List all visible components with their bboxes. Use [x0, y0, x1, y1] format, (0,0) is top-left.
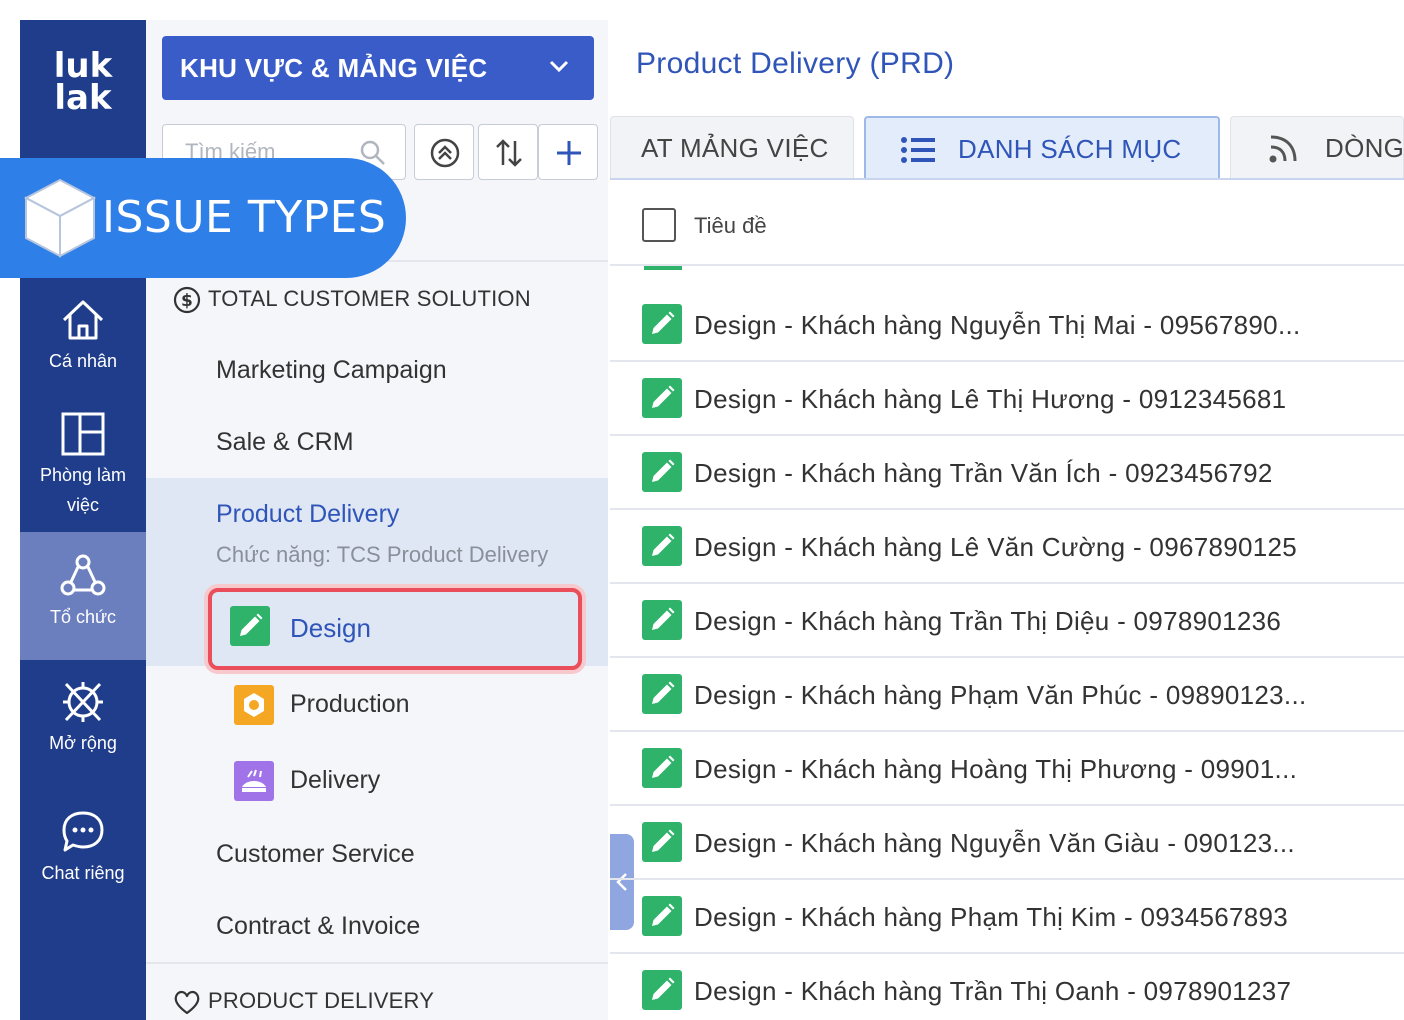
- heart-icon: [174, 991, 200, 1015]
- nav-item-marketing-campaign[interactable]: Marketing Campaign: [216, 354, 447, 386]
- list-item-title: Design - Khách hàng Lê Thị Hương - 09123…: [694, 384, 1287, 414]
- plus-icon: [557, 141, 581, 165]
- sub-item-label: Design: [290, 613, 371, 643]
- list-icon: [901, 137, 935, 163]
- group-header-label: PRODUCT DELIVERY: [208, 988, 435, 1013]
- list-item[interactable]: Design - Khách hàng Phạm Văn Phúc - 0989…: [610, 658, 1404, 732]
- page-title: Product Delivery (PRD): [636, 47, 955, 80]
- rail-item-personal[interactable]: Cá nhân: [20, 296, 146, 376]
- select-all-checkbox[interactable]: [642, 208, 676, 242]
- design-pencil-icon: [642, 896, 682, 936]
- product-delivery-title: Product Delivery: [216, 500, 400, 528]
- nav-item-contract-invoice[interactable]: Contract & Invoice: [216, 910, 420, 942]
- tab-overview[interactable]: AT MẢNG VIỆC: [610, 116, 854, 180]
- design-pencil-icon: [642, 452, 682, 492]
- header-divider: [610, 264, 1404, 266]
- production-icon: [234, 685, 274, 725]
- nav-item-customer-service[interactable]: Customer Service: [216, 838, 415, 870]
- list-item[interactable]: Design - Khách hàng Nguyễn Văn Giàu - 09…: [610, 806, 1404, 880]
- tab-label: DANH SÁCH MỤC: [958, 134, 1182, 164]
- list-item-title: Design - Khách hàng Lê Văn Cường - 09678…: [694, 532, 1298, 562]
- design-pencil-icon: [642, 600, 682, 640]
- list-item[interactable]: Design - Khách hàng Lê Văn Cường - 09678…: [610, 510, 1404, 584]
- list-item[interactable]: Design - Khách hàng Hoàng Thị Phương - 0…: [610, 732, 1404, 806]
- list-item[interactable]: Design - Khách hàng Trần Thị Oanh - 0978…: [610, 954, 1404, 1020]
- rail-item-label: Cá nhân: [48, 351, 118, 371]
- app-logo[interactable]: luk lak: [20, 49, 146, 118]
- list-item-title: Design - Khách hàng Nguyễn Thị Mai - 095…: [694, 310, 1301, 340]
- sort-icon: [496, 139, 522, 167]
- rail-item-label: Phòng làm việc: [39, 465, 127, 515]
- banner-title: ISSUE TYPES: [102, 192, 387, 243]
- dollar-circle-icon: $: [173, 287, 201, 314]
- chevron-down-icon: [549, 60, 569, 73]
- tab-label: DÒNG: [1325, 133, 1404, 163]
- double-chevron-up-icon: [430, 138, 460, 168]
- list-header: Tiêu đề: [610, 180, 1404, 266]
- list-item-title: Design - Khách hàng Phạm Văn Phúc - 0989…: [694, 680, 1307, 710]
- delivery-icon: [234, 761, 274, 801]
- group-header-label: TOTAL CUSTOMER SOLUTION: [208, 286, 531, 311]
- chat-icon: [62, 811, 104, 852]
- design-pencil-icon: [642, 526, 682, 566]
- list-item[interactable]: Design - Khách hàng Trần Thị Diệu - 0978…: [610, 584, 1404, 658]
- area-select-label: KHU VỰC & MẢNG VIỆC: [180, 53, 488, 83]
- rail-item-workspace[interactable]: Phòng làm việc: [20, 410, 146, 520]
- rail-item-organization[interactable]: Tổ chức: [20, 532, 146, 660]
- feed-icon: [1269, 135, 1297, 163]
- design-pencil-icon: [642, 822, 682, 862]
- column-header-title: Tiêu đề: [694, 213, 767, 238]
- list-item[interactable]: Design - Khách hàng Trần Văn Ích - 09234…: [610, 436, 1404, 510]
- list-item-title: Design - Khách hàng Phạm Thị Kim - 09345…: [694, 902, 1289, 932]
- logo-line-2: lak: [54, 78, 112, 118]
- tab-stream[interactable]: DÒNG: [1230, 116, 1404, 180]
- list-item-title: Design - Khách hàng Hoàng Thị Phương - 0…: [694, 754, 1298, 784]
- design-pencil-icon: [642, 748, 682, 788]
- list-item-title: Design - Khách hàng Nguyễn Văn Giàu - 09…: [694, 828, 1295, 858]
- area-select-dropdown[interactable]: KHU VỰC & MẢNG VIỆC: [162, 36, 594, 100]
- rail-item-chat[interactable]: Chat riêng: [20, 808, 146, 888]
- collapse-all-button[interactable]: [414, 124, 474, 180]
- list-item[interactable]: Design - Khách hàng Phạm Thị Kim - 09345…: [610, 880, 1404, 954]
- extension-icon: [63, 682, 103, 722]
- partial-row-icon: [644, 266, 682, 270]
- tab-item-list[interactable]: DANH SÁCH MỤC: [864, 116, 1220, 180]
- organization-icon: [60, 554, 106, 596]
- list-item-title: Design - Khách hàng Trần Thị Diệu - 0978…: [694, 606, 1282, 636]
- sub-item-delivery[interactable]: Delivery: [234, 761, 381, 801]
- rail-item-label: Chat riêng: [41, 863, 125, 883]
- add-button[interactable]: [538, 124, 598, 180]
- sub-item-design[interactable]: Design: [208, 588, 582, 670]
- group-header-total-customer-solution[interactable]: $ TOTAL CUSTOMER SOLUTION: [172, 284, 531, 315]
- workspace-icon: [61, 412, 105, 456]
- list-item[interactable]: Design - Khách hàng Nguyễn Thị Mai - 095…: [610, 288, 1404, 362]
- group-header-product-delivery[interactable]: PRODUCT DELIVERY: [172, 986, 434, 1017]
- nav-item-sale-crm[interactable]: Sale & CRM: [216, 426, 354, 458]
- design-pencil-icon: [642, 304, 682, 344]
- sub-item-production[interactable]: Production: [234, 685, 410, 725]
- list-item[interactable]: Design - Khách hàng Lê Thị Hương - 09123…: [610, 362, 1404, 436]
- cube-icon: [23, 178, 97, 258]
- product-delivery-subtitle: Chức năng: TCS Product Delivery: [216, 542, 549, 567]
- issue-types-banner: ISSUE TYPES: [0, 158, 406, 278]
- rail-item-label: Mở rộng: [49, 733, 117, 753]
- design-pencil-icon: [642, 378, 682, 418]
- sub-item-label: Production: [290, 690, 410, 718]
- sub-item-label: Delivery: [290, 766, 381, 794]
- design-pencil-icon: [642, 674, 682, 714]
- home-icon: [62, 300, 104, 340]
- rail-item-label: Tổ chức: [49, 607, 117, 627]
- rail-item-extension[interactable]: Mở rộng: [20, 678, 146, 758]
- divider: [146, 962, 608, 964]
- tab-label: AT MẢNG VIỆC: [641, 133, 829, 163]
- sort-button[interactable]: [478, 124, 538, 180]
- svg-text:$: $: [181, 291, 193, 311]
- list-item-title: Design - Khách hàng Trần Văn Ích - 09234…: [694, 458, 1273, 488]
- list-item-title: Design - Khách hàng Trần Thị Oanh - 0978…: [694, 976, 1292, 1006]
- nav-item-product-delivery[interactable]: Product Delivery Chức năng: TCS Product …: [146, 478, 608, 590]
- design-pencil-icon: [230, 606, 270, 646]
- design-pencil-icon: [642, 970, 682, 1010]
